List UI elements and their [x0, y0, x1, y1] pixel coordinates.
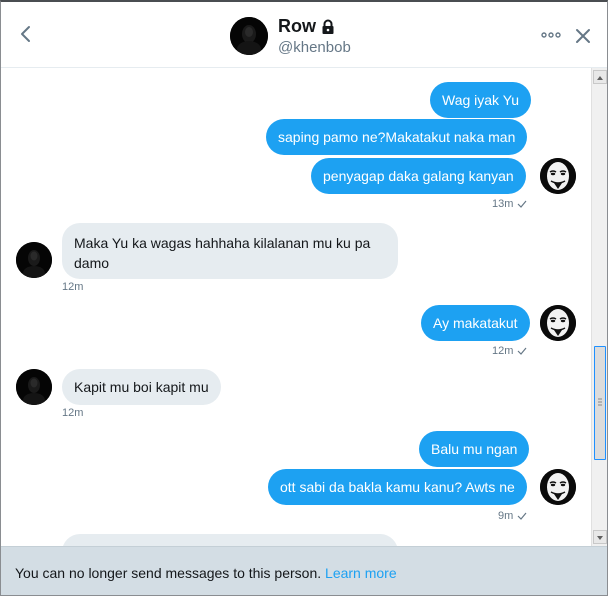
- more-dots-icon[interactable]: [541, 28, 561, 42]
- message-bubble[interactable]: ott sabi da bakla kamu kanu? Awts ne: [268, 469, 527, 505]
- close-icon[interactable]: [574, 27, 592, 45]
- avatar[interactable]: [540, 469, 576, 505]
- check-icon: [517, 346, 527, 356]
- avatar[interactable]: [230, 17, 268, 55]
- message-bubble[interactable]: Maka Yu ka wagas hahhaha kilalanan mu ku…: [62, 223, 398, 279]
- avatar[interactable]: [16, 242, 52, 278]
- message-bubble-partial[interactable]: [62, 534, 398, 546]
- contact-name-text: Row: [278, 16, 316, 36]
- scroll-up-arrow-icon[interactable]: [593, 70, 607, 84]
- check-icon: [517, 511, 527, 521]
- avatar[interactable]: [540, 158, 576, 194]
- message-meta: 12m: [62, 281, 83, 293]
- message-time: 12m: [62, 407, 84, 419]
- back-arrow-icon[interactable]: [15, 22, 37, 46]
- scrollbar[interactable]: [591, 68, 607, 546]
- message-bubble[interactable]: Balu mu ngan: [419, 431, 530, 467]
- learn-more-link[interactable]: Learn more: [325, 565, 397, 581]
- scroll-thumb[interactable]: [594, 346, 606, 460]
- blocked-notice: You can no longer send messages to this …: [1, 546, 607, 595]
- message-bubble[interactable]: Kapit mu boi kapit mu: [62, 369, 221, 405]
- lock-icon: [320, 19, 336, 35]
- conversation-header: Row @khenbob: [1, 2, 607, 68]
- message-time: 12m: [492, 345, 514, 357]
- message-time: 9m: [498, 510, 514, 522]
- message-bubble[interactable]: saping pamo ne?Makatakut naka man: [266, 119, 528, 155]
- message-time: 13m: [492, 198, 514, 210]
- scroll-down-arrow-icon[interactable]: [593, 530, 607, 544]
- avatar[interactable]: [540, 305, 576, 341]
- message-bubble[interactable]: penyagap daka galang kanyan: [311, 158, 526, 194]
- notice-text: You can no longer send messages to this …: [15, 565, 322, 581]
- avatar[interactable]: [16, 369, 52, 405]
- contact-name[interactable]: Row: [278, 16, 336, 37]
- message-meta: 9m: [498, 510, 527, 522]
- message-bubble[interactable]: Ay makatakut: [421, 305, 530, 341]
- message-bubble[interactable]: Wag iyak Yu: [430, 82, 532, 118]
- message-meta: 13m: [492, 198, 527, 210]
- message-time: 12m: [62, 281, 84, 293]
- contact-handle: @khenbob: [278, 39, 351, 56]
- dm-window: Row @khenbob Wag iyak Yu saping pamo ne?…: [0, 0, 608, 596]
- check-icon: [517, 199, 527, 209]
- message-meta: 12m: [492, 345, 527, 357]
- message-list[interactable]: Wag iyak Yu saping pamo ne?Makatakut nak…: [1, 68, 591, 546]
- message-meta: 12m: [62, 407, 83, 419]
